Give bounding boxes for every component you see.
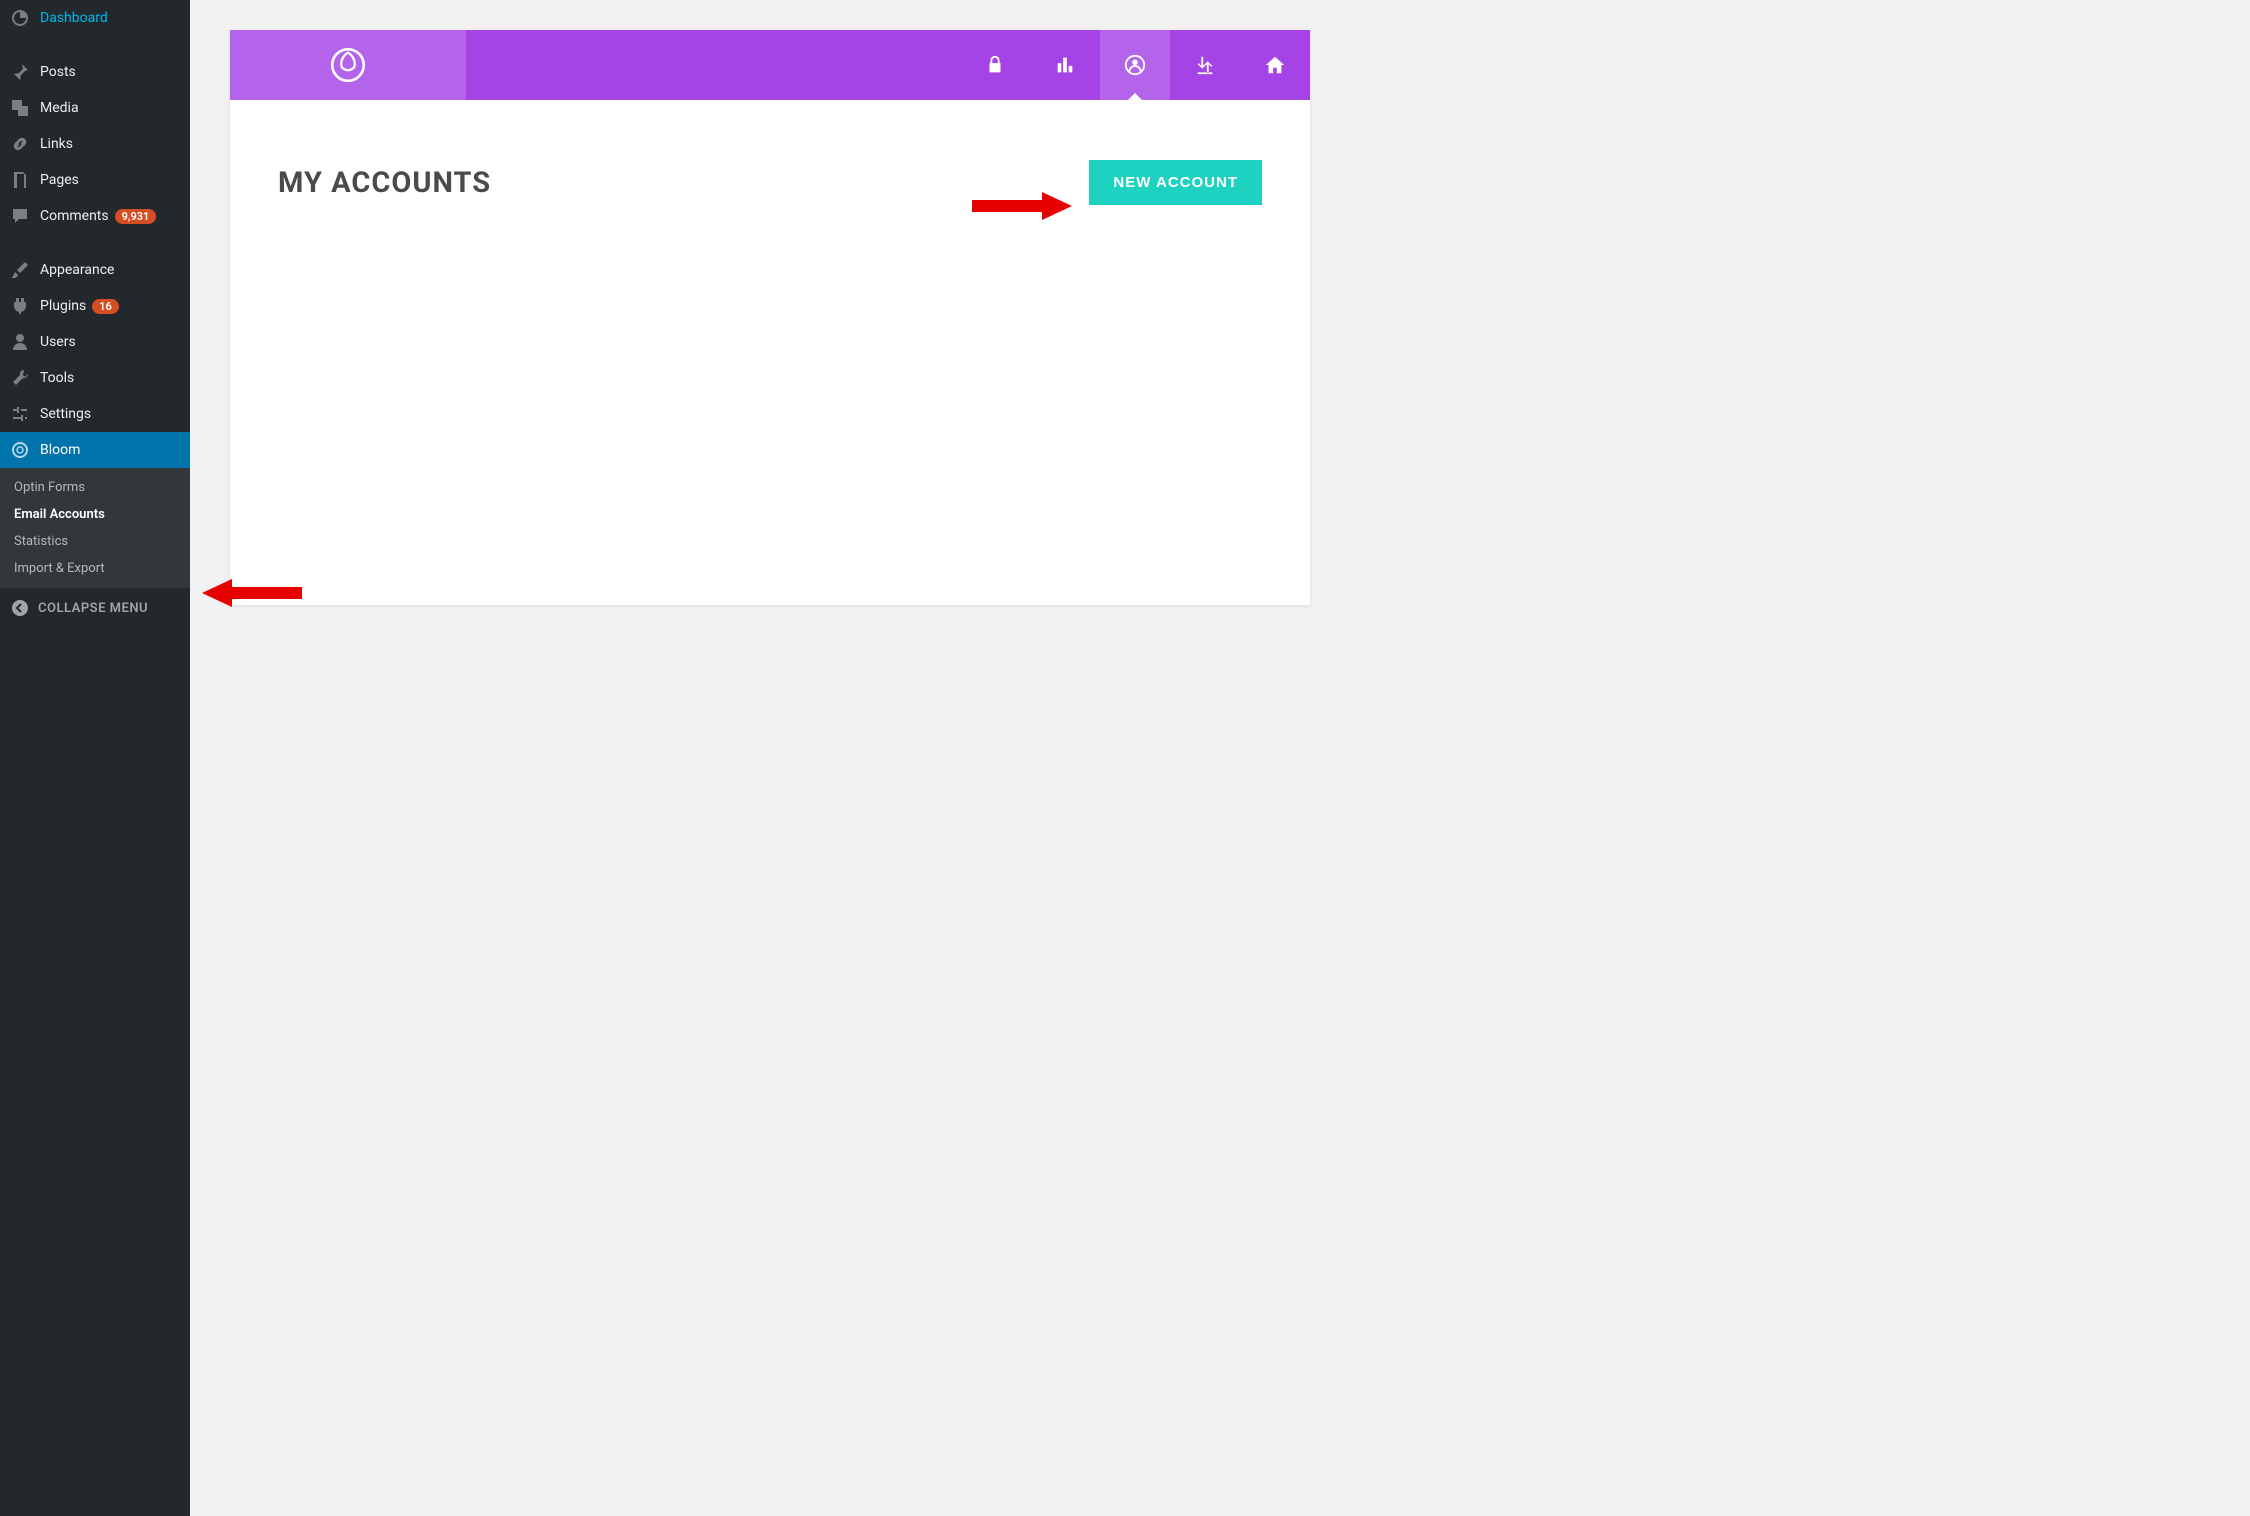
bloom-logo (230, 30, 466, 100)
sidebar-item-label: Comments (40, 208, 109, 224)
stats-icon (1054, 54, 1076, 76)
page-title: MY ACCOUNTS (278, 166, 491, 200)
submenu-statistics[interactable]: Statistics (0, 528, 190, 555)
collapse-label: COLLAPSE MENU (38, 601, 148, 616)
sidebar-item-tools[interactable]: Tools (0, 360, 190, 396)
wp-admin-sidebar: Dashboard Posts Media Links Pages Commen… (0, 0, 190, 1516)
sidebar-item-links[interactable]: Links (0, 126, 190, 162)
submenu-optin-forms[interactable]: Optin Forms (0, 474, 190, 501)
sidebar-item-label: Settings (40, 406, 91, 422)
sidebar-item-label: Dashboard (40, 10, 108, 26)
bloom-body: MY ACCOUNTS NEW ACCOUNT (230, 100, 1310, 605)
collapse-icon (10, 598, 30, 618)
wrench-icon (10, 368, 30, 388)
comment-icon (10, 206, 30, 226)
submenu-email-accounts[interactable]: Email Accounts (0, 501, 190, 528)
sliders-icon (10, 404, 30, 424)
comments-badge: 9,931 (115, 209, 157, 224)
pages-icon (10, 170, 30, 190)
bloom-logo-icon (327, 44, 369, 86)
sidebar-item-label: Links (40, 136, 73, 152)
sidebar-item-media[interactable]: Media (0, 90, 190, 126)
brush-icon (10, 260, 30, 280)
import-export-icon (1194, 54, 1216, 76)
sidebar-item-users[interactable]: Users (0, 324, 190, 360)
nav-lock[interactable] (960, 30, 1030, 100)
sidebar-item-plugins[interactable]: Plugins 16 (0, 288, 190, 324)
menu-separator (0, 234, 190, 252)
sidebar-item-appearance[interactable]: Appearance (0, 252, 190, 288)
dashboard-icon (10, 8, 30, 28)
sidebar-item-label: Media (40, 100, 79, 116)
sidebar-item-label: Bloom (40, 442, 80, 458)
sidebar-item-posts[interactable]: Posts (0, 54, 190, 90)
sidebar-item-label: Users (40, 334, 76, 350)
lock-icon (984, 54, 1006, 76)
account-icon (1124, 54, 1146, 76)
menu-separator (0, 36, 190, 54)
nav-accounts[interactable] (1100, 30, 1170, 100)
nav-import-export[interactable] (1170, 30, 1240, 100)
collapse-menu-button[interactable]: COLLAPSE MENU (0, 588, 190, 628)
sidebar-item-label: Plugins (40, 298, 86, 314)
bloom-nav (960, 30, 1310, 100)
home-icon (1264, 54, 1286, 76)
sidebar-item-pages[interactable]: Pages (0, 162, 190, 198)
sidebar-item-comments[interactable]: Comments 9,931 (0, 198, 190, 234)
nav-home[interactable] (1240, 30, 1310, 100)
user-icon (10, 332, 30, 352)
spacer (466, 30, 960, 100)
submenu-import-export[interactable]: Import & Export (0, 555, 190, 582)
main-content: MY ACCOUNTS NEW ACCOUNT (190, 0, 1333, 625)
nav-stats[interactable] (1030, 30, 1100, 100)
bloom-submenu: Optin Forms Email Accounts Statistics Im… (0, 468, 190, 588)
bloom-icon (10, 440, 30, 460)
link-icon (10, 134, 30, 154)
new-account-button[interactable]: NEW ACCOUNT (1089, 160, 1262, 205)
bloom-panel: MY ACCOUNTS NEW ACCOUNT (230, 30, 1310, 605)
bloom-header (230, 30, 1310, 100)
sidebar-item-dashboard[interactable]: Dashboard (0, 0, 190, 36)
pin-icon (10, 62, 30, 82)
plugin-icon (10, 296, 30, 316)
sidebar-item-bloom[interactable]: Bloom (0, 432, 190, 468)
media-icon (10, 98, 30, 118)
sidebar-item-settings[interactable]: Settings (0, 396, 190, 432)
sidebar-item-label: Posts (40, 64, 76, 80)
sidebar-item-label: Tools (40, 370, 74, 386)
plugins-badge: 16 (92, 299, 119, 314)
annotation-arrow-right (967, 186, 1077, 226)
annotation-arrow-left (197, 573, 307, 613)
sidebar-item-label: Appearance (40, 262, 114, 278)
sidebar-item-label: Pages (40, 172, 79, 188)
